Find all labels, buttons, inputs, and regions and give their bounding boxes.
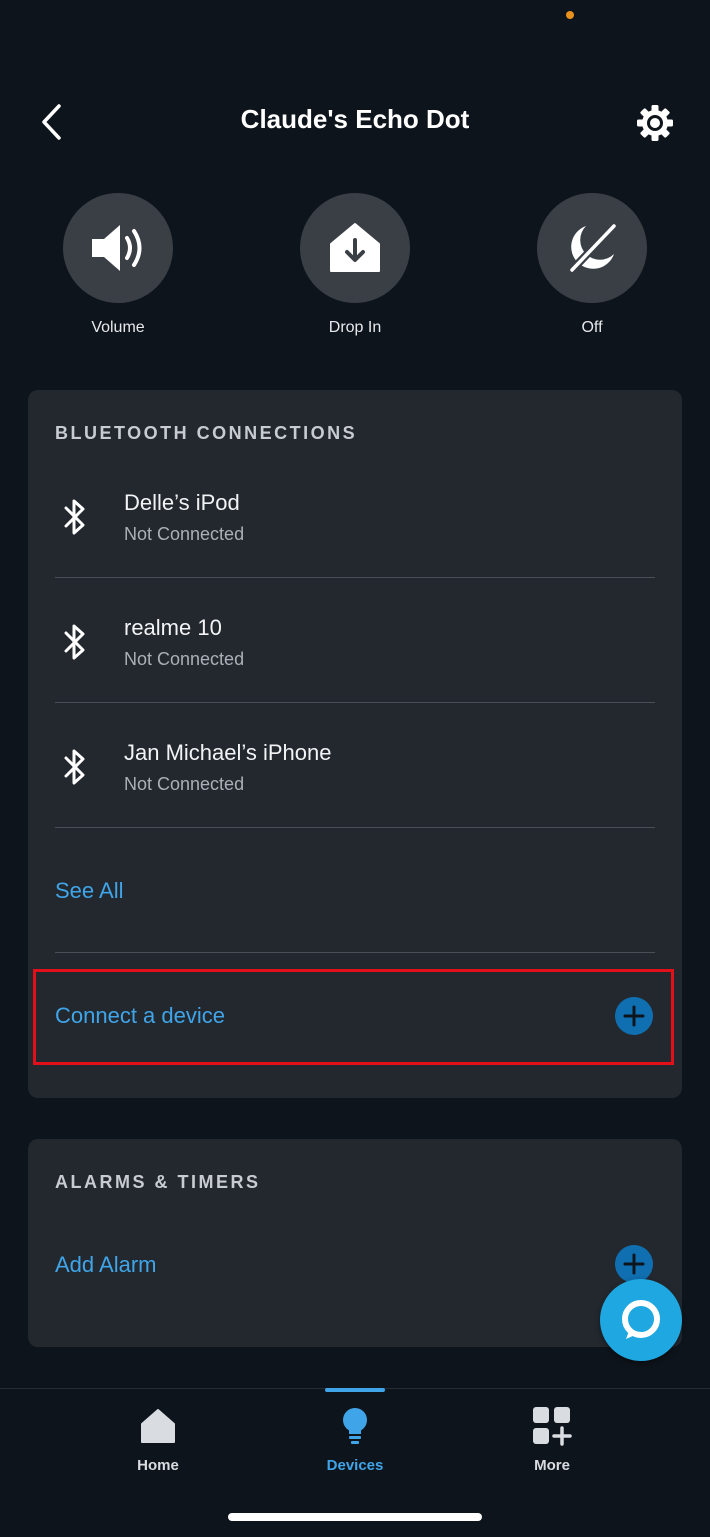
bluetooth-section-title: BLUETOOTH CONNECTIONS [55,423,358,443]
drop-in-control[interactable]: Drop In [280,193,430,337]
nav-devices-label: Devices [326,1457,384,1474]
bluetooth-device-row[interactable]: Jan Michael’s iPhone Not Connected [55,740,655,800]
nav-more-label: More [534,1457,570,1474]
device-name: realme 10 [124,615,222,640]
bluetooth-icon [55,742,95,792]
gear-icon [637,105,673,141]
do-not-disturb-control[interactable]: Off [517,193,667,337]
nav-more[interactable]: More [482,1389,622,1474]
alexa-icon [622,1300,660,1339]
nav-home-label: Home [137,1457,179,1474]
see-all-link[interactable]: See All [55,878,124,904]
home-icon [141,1409,175,1443]
bluetooth-device-row[interactable]: Delle’s iPod Not Connected [55,490,655,550]
drop-in-icon [330,223,380,272]
volume-button[interactable] [63,193,173,303]
add-alarm-button[interactable] [615,1245,653,1283]
volume-label: Volume [91,319,145,336]
alexa-button[interactable] [600,1279,682,1361]
do-not-disturb-button[interactable] [537,193,647,303]
lightbulb-icon [343,1408,367,1444]
device-status: Not Connected [124,649,245,669]
device-name: Delle’s iPod [124,490,240,515]
alarms-section-title: ALARMS & TIMERS [55,1172,261,1192]
recording-indicator [566,11,574,19]
speaker-icon [92,225,142,271]
drop-in-button[interactable] [300,193,410,303]
nav-devices[interactable]: Devices [285,1389,425,1474]
bluetooth-icon [55,492,95,542]
divider [55,827,655,828]
plus-icon [623,1253,645,1275]
divider [55,577,655,578]
highlight-box [33,969,674,1065]
divider [55,702,655,703]
home-indicator [228,1513,482,1521]
more-grid-icon [533,1407,572,1446]
add-alarm-link[interactable]: Add Alarm [55,1252,157,1278]
page-title: Claude's Echo Dot [240,104,470,134]
bluetooth-icon [55,617,95,667]
bluetooth-device-row[interactable]: realme 10 Not Connected [55,615,655,675]
divider [55,952,655,953]
nav-home[interactable]: Home [88,1389,228,1474]
volume-control[interactable]: Volume [43,193,193,337]
alarms-card: ALARMS & TIMERS Add Alarm [28,1139,682,1347]
drop-in-label: Drop In [328,319,382,336]
settings-button[interactable] [630,98,680,148]
device-status: Not Connected [124,524,245,544]
device-name: Jan Michael’s iPhone [124,740,332,765]
do-not-disturb-label: Off [581,319,603,336]
header: Claude's Echo Dot [0,80,710,164]
do-not-disturb-icon [568,222,618,274]
device-status: Not Connected [124,774,245,794]
